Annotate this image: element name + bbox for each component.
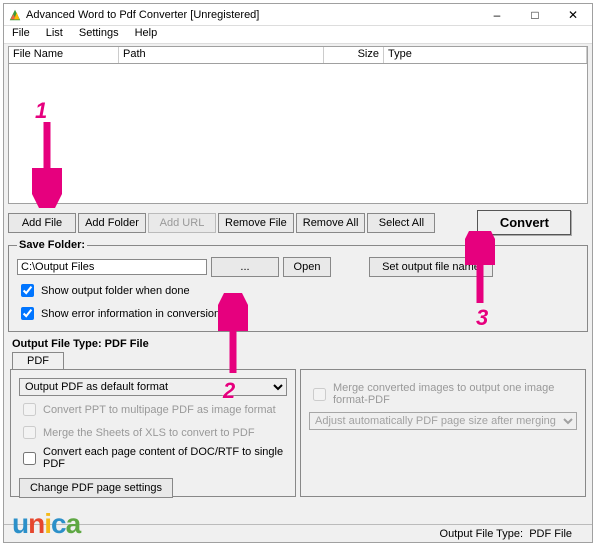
add-file-button[interactable]: Add File	[8, 213, 76, 233]
opt-doc-rtf[interactable]: Convert each page content of DOC/RTF to …	[19, 446, 287, 470]
show-error-checkbox[interactable]: Show error information in conversion	[17, 304, 579, 323]
save-folder-group: Save Folder: ... Open Set output file na…	[8, 239, 588, 332]
file-list[interactable]	[8, 64, 588, 204]
browse-button[interactable]: ...	[211, 257, 279, 277]
right-panel: Merge converted images to output one ima…	[300, 369, 586, 497]
column-headers: File Name Path Size Type	[8, 46, 588, 64]
col-size[interactable]: Size	[324, 47, 384, 63]
remove-file-button[interactable]: Remove File	[218, 213, 294, 233]
output-format-select[interactable]: Output PDF as default format	[19, 378, 287, 396]
open-button[interactable]: Open	[283, 257, 331, 277]
minimize-button[interactable]: –	[478, 4, 516, 26]
set-output-name-button[interactable]: Set output file name	[369, 257, 493, 277]
output-type-title: Output File Type: PDF File	[12, 338, 584, 350]
tab-bar: PDF	[12, 352, 584, 369]
status-label: Output File Type:	[440, 528, 524, 540]
close-button[interactable]: ✕	[554, 4, 592, 26]
col-type[interactable]: Type	[384, 47, 587, 63]
toolbar-row: Add File Add Folder Add URL Remove File …	[8, 210, 588, 235]
menu-settings[interactable]: Settings	[71, 26, 127, 43]
menu-file[interactable]: File	[4, 26, 38, 43]
maximize-button[interactable]: □	[516, 4, 554, 26]
app-window: Advanced Word to Pdf Converter [Unregist…	[3, 3, 593, 543]
titlebar: Advanced Word to Pdf Converter [Unregist…	[4, 4, 592, 26]
opt-merge-images: Merge converted images to output one ima…	[309, 382, 577, 406]
col-path[interactable]: Path	[119, 47, 324, 63]
change-page-settings-button[interactable]: Change PDF page settings	[19, 478, 173, 498]
menu-list[interactable]: List	[38, 26, 71, 43]
window-title: Advanced Word to Pdf Converter [Unregist…	[26, 9, 478, 21]
select-all-button[interactable]: Select All	[367, 213, 435, 233]
opt-ppt: Convert PPT to multipage PDF as image fo…	[19, 400, 287, 419]
menu-help[interactable]: Help	[127, 26, 166, 43]
show-folder-checkbox[interactable]: Show output folder when done	[17, 281, 579, 300]
menubar: File List Settings Help	[4, 26, 592, 44]
add-url-button: Add URL	[148, 213, 216, 233]
add-folder-button[interactable]: Add Folder	[78, 213, 146, 233]
status-value: PDF File	[529, 528, 572, 540]
col-filename[interactable]: File Name	[9, 47, 119, 63]
remove-all-button[interactable]: Remove All	[296, 213, 366, 233]
status-bar: Output File Type: PDF File	[4, 524, 592, 542]
left-panel: Output PDF as default format Convert PPT…	[10, 369, 296, 497]
watermark: unica	[12, 508, 80, 540]
save-path-input[interactable]	[17, 259, 207, 275]
tab-pdf[interactable]: PDF	[12, 352, 64, 369]
page-size-select: Adjust automatically PDF page size after…	[309, 412, 577, 430]
convert-button[interactable]: Convert	[477, 210, 571, 235]
app-icon	[8, 8, 22, 22]
save-folder-legend: Save Folder:	[17, 239, 87, 251]
opt-merge-xls: Merge the Sheets of XLS to convert to PD…	[19, 423, 287, 442]
